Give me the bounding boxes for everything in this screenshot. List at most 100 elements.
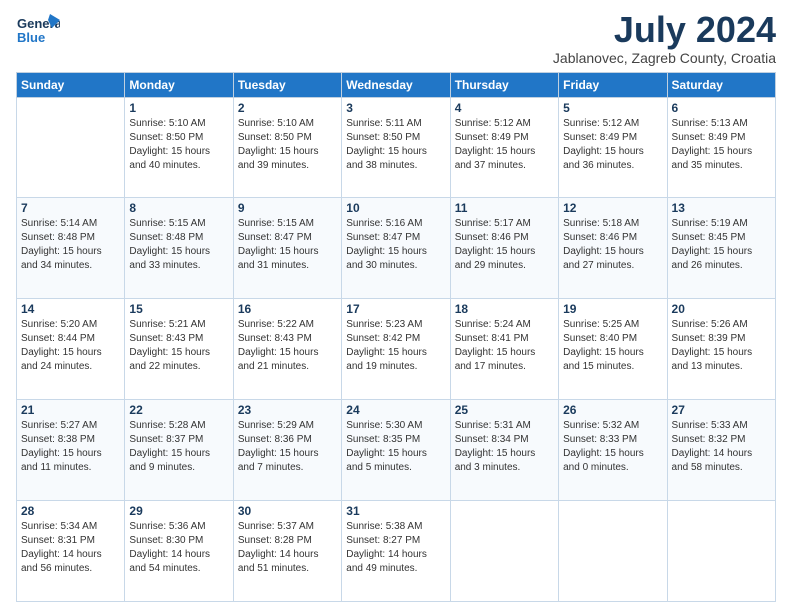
week-row-5: 28Sunrise: 5:34 AM Sunset: 8:31 PM Dayli… [17,501,776,602]
cell-2-2: 8Sunrise: 5:15 AM Sunset: 8:48 PM Daylig… [125,198,233,299]
calendar-table: Sunday Monday Tuesday Wednesday Thursday… [16,72,776,602]
cell-5-3: 30 Sunrise: 5:37 AM Sunset: 8:28 PM Dayli… [233,501,341,602]
cell-day: 27 [672,403,771,417]
cell-info: Sunrise: 5:36 AM Sunset: 8:30 PM Dayligh… [129,520,228,576]
cell-day: 2 [238,101,337,115]
cell-info: Sunrise: 5:27 AM Sunset: 8:38 PM Dayligh… [21,419,120,475]
cell-1-5: 4 Sunrise: 5:12 AM Sunset: 8:49 PM Daylig… [450,97,558,198]
cell-day: 3 [346,101,445,115]
cell-2-7: 13 Sunrise: 5:19 AM Sunset: 8:45 PM Dayli… [667,198,775,299]
logo: General Blue [16,10,60,54]
col-wednesday: Wednesday [342,72,450,97]
cell-info: Sunrise: 5:26 AM Sunset: 8:39 PM Dayligh… [672,318,771,374]
title-section: July 2024 Jablanovec, Zagreb County, Cro… [553,10,776,66]
header: General Blue July 2024 Jablanovec, Zagre… [16,10,776,66]
cell-4-6: 26 Sunrise: 5:32 AM Sunset: 8:33 PM Dayli… [559,400,667,501]
cell-info: Sunrise: 5:38 AM Sunset: 8:27 PM Dayligh… [346,520,445,576]
col-friday: Friday [559,72,667,97]
cell-day: 13 [672,201,771,215]
cell-3-1: 14Sunrise: 5:20 AM Sunset: 8:44 PM Dayli… [17,299,125,400]
cell-day: 31 [346,504,445,518]
cell-5-6 [559,501,667,602]
cell-day: 11 [455,201,554,215]
cell-info: Sunrise: 5:29 AM Sunset: 8:36 PM Dayligh… [238,419,337,475]
week-row-3: 14Sunrise: 5:20 AM Sunset: 8:44 PM Dayli… [17,299,776,400]
cell-day: 10 [346,201,445,215]
cell-day: 8 [129,201,228,215]
cell-3-2: 15 Sunrise: 5:21 AM Sunset: 8:43 PM Dayli… [125,299,233,400]
cell-day: 28 [21,504,120,518]
cell-2-6: 12Sunrise: 5:18 AM Sunset: 8:46 PM Dayli… [559,198,667,299]
week-row-2: 7Sunrise: 5:14 AM Sunset: 8:48 PM Daylig… [17,198,776,299]
cell-day: 18 [455,302,554,316]
cell-day: 9 [238,201,337,215]
cell-info: Sunrise: 5:21 AM Sunset: 8:43 PM Dayligh… [129,318,228,374]
cell-info: Sunrise: 5:15 AM Sunset: 8:47 PM Dayligh… [238,217,337,273]
main-title: July 2024 [553,10,776,50]
cell-3-5: 18 Sunrise: 5:24 AM Sunset: 8:41 PM Dayli… [450,299,558,400]
cell-day: 25 [455,403,554,417]
cell-info: Sunrise: 5:30 AM Sunset: 8:35 PM Dayligh… [346,419,445,475]
cell-info: Sunrise: 5:25 AM Sunset: 8:40 PM Dayligh… [563,318,662,374]
header-row: Sunday Monday Tuesday Wednesday Thursday… [17,72,776,97]
col-monday: Monday [125,72,233,97]
cell-day: 4 [455,101,554,115]
cell-info: Sunrise: 5:12 AM Sunset: 8:49 PM Dayligh… [455,117,554,173]
subtitle: Jablanovec, Zagreb County, Croatia [553,50,776,66]
cell-info: Sunrise: 5:24 AM Sunset: 8:41 PM Dayligh… [455,318,554,374]
cell-3-4: 17 Sunrise: 5:23 AM Sunset: 8:42 PM Dayli… [342,299,450,400]
cell-info: Sunrise: 5:22 AM Sunset: 8:43 PM Dayligh… [238,318,337,374]
cell-4-5: 25 Sunrise: 5:31 AM Sunset: 8:34 PM Dayli… [450,400,558,501]
cell-day: 16 [238,302,337,316]
cell-info: Sunrise: 5:13 AM Sunset: 8:49 PM Dayligh… [672,117,771,173]
col-tuesday: Tuesday [233,72,341,97]
cell-info: Sunrise: 5:28 AM Sunset: 8:37 PM Dayligh… [129,419,228,475]
cell-5-5 [450,501,558,602]
cell-day: 14 [21,302,120,316]
cell-5-2: 29 Sunrise: 5:36 AM Sunset: 8:30 PM Dayli… [125,501,233,602]
cell-info: Sunrise: 5:16 AM Sunset: 8:47 PM Dayligh… [346,217,445,273]
page: General Blue July 2024 Jablanovec, Zagre… [0,0,792,612]
cell-1-2: 1Sunrise: 5:10 AM Sunset: 8:50 PM Daylig… [125,97,233,198]
cell-info: Sunrise: 5:17 AM Sunset: 8:46 PM Dayligh… [455,217,554,273]
cell-day: 17 [346,302,445,316]
cell-day: 30 [238,504,337,518]
cell-day: 26 [563,403,662,417]
week-row-1: 1Sunrise: 5:10 AM Sunset: 8:50 PM Daylig… [17,97,776,198]
cell-info: Sunrise: 5:37 AM Sunset: 8:28 PM Dayligh… [238,520,337,576]
cell-day: 20 [672,302,771,316]
cell-4-3: 23 Sunrise: 5:29 AM Sunset: 8:36 PM Dayli… [233,400,341,501]
week-row-4: 21 Sunrise: 5:27 AM Sunset: 8:38 PM Dayli… [17,400,776,501]
cell-info: Sunrise: 5:23 AM Sunset: 8:42 PM Dayligh… [346,318,445,374]
cell-day: 15 [129,302,228,316]
cell-1-6: 5 Sunrise: 5:12 AM Sunset: 8:49 PM Daylig… [559,97,667,198]
cell-2-5: 11 Sunrise: 5:17 AM Sunset: 8:46 PM Dayli… [450,198,558,299]
col-thursday: Thursday [450,72,558,97]
cell-info: Sunrise: 5:12 AM Sunset: 8:49 PM Dayligh… [563,117,662,173]
cell-info: Sunrise: 5:31 AM Sunset: 8:34 PM Dayligh… [455,419,554,475]
svg-text:Blue: Blue [17,30,45,45]
cell-info: Sunrise: 5:19 AM Sunset: 8:45 PM Dayligh… [672,217,771,273]
cell-4-4: 24 Sunrise: 5:30 AM Sunset: 8:35 PM Dayli… [342,400,450,501]
cell-info: Sunrise: 5:10 AM Sunset: 8:50 PM Dayligh… [238,117,337,173]
cell-3-3: 16 Sunrise: 5:22 AM Sunset: 8:43 PM Dayli… [233,299,341,400]
cell-info: Sunrise: 5:32 AM Sunset: 8:33 PM Dayligh… [563,419,662,475]
cell-1-7: 6 Sunrise: 5:13 AM Sunset: 8:49 PM Daylig… [667,97,775,198]
cell-day: 5 [563,101,662,115]
cell-1-1 [17,97,125,198]
cell-day: 23 [238,403,337,417]
cell-info: Sunrise: 5:33 AM Sunset: 8:32 PM Dayligh… [672,419,771,475]
cell-info: Sunrise: 5:14 AM Sunset: 8:48 PM Dayligh… [21,217,120,273]
cell-day: 19 [563,302,662,316]
cell-3-7: 20 Sunrise: 5:26 AM Sunset: 8:39 PM Dayli… [667,299,775,400]
cell-5-1: 28Sunrise: 5:34 AM Sunset: 8:31 PM Dayli… [17,501,125,602]
cell-day: 29 [129,504,228,518]
cell-day: 24 [346,403,445,417]
cell-2-4: 10 Sunrise: 5:16 AM Sunset: 8:47 PM Dayli… [342,198,450,299]
cell-day: 6 [672,101,771,115]
cell-day: 12 [563,201,662,215]
cell-5-7 [667,501,775,602]
col-sunday: Sunday [17,72,125,97]
cell-day: 22 [129,403,228,417]
cell-day: 21 [21,403,120,417]
